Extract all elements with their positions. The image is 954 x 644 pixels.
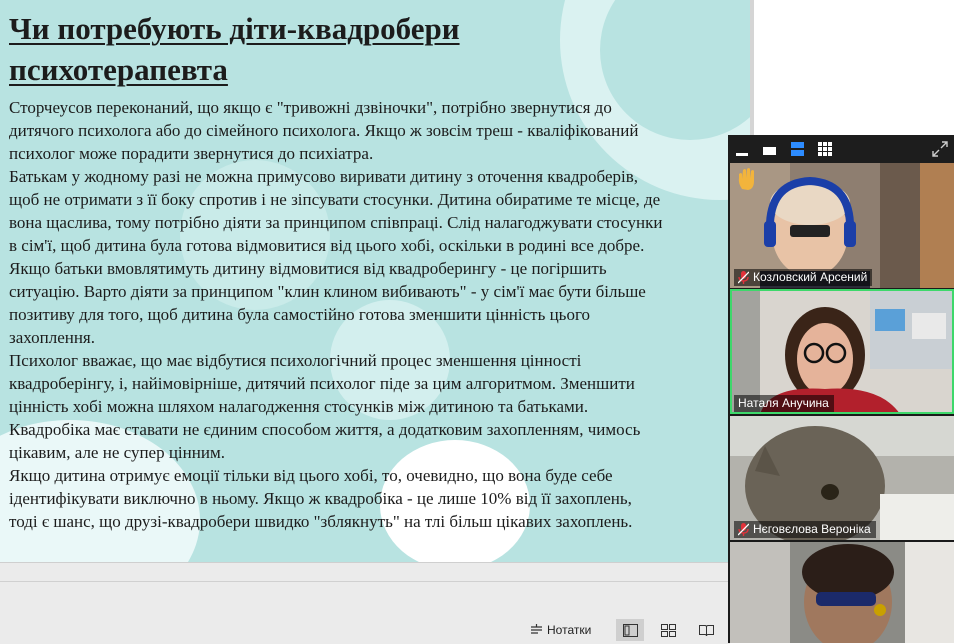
minimize-icon [736, 153, 748, 156]
participant-name: Нєговєлова Вероніка [753, 522, 871, 536]
status-bar: Нотатки [0, 562, 730, 644]
text-line: позитиву для того, щоб дитина була самос… [9, 305, 590, 324]
muted-mic-icon [738, 271, 749, 284]
participant-name-tag: Наталя Анучина [734, 395, 834, 412]
video-call-panel: Козловский Арсений Наталя Анучина Нєговє… [728, 135, 954, 643]
reading-view-icon [698, 624, 714, 636]
video-panel-toolbar [728, 135, 954, 163]
normal-view-icon [622, 623, 638, 637]
text-line: ідентифікувати виключно в ньому. Якщо ж … [9, 489, 632, 508]
text-line: Сторчеусов переконаний, що якщо є "триво… [9, 98, 612, 117]
text-line: тоді є шанс, що друзі-квадробери швидко … [9, 512, 633, 531]
text-line: ситуацію. Варто діяти за принципом "клин… [9, 282, 646, 301]
notes-icon [531, 623, 542, 634]
notes-label: Нотатки [547, 623, 592, 637]
text-line: Психолог вважає, що має відбутися психол… [9, 351, 582, 370]
notes-button[interactable]: Нотатки [530, 621, 591, 639]
participant-tile[interactable] [730, 542, 954, 643]
raised-hand-icon [738, 168, 754, 190]
participant-name-tag: Козловский Арсений [734, 269, 873, 286]
slide-text-box[interactable]: Чи потребують діти-квадробери психотерап… [9, 8, 749, 533]
participant-name-tag: Нєговєлова Вероніка [734, 521, 876, 538]
paragraph-2: Батькам у жодному разі не можна примусов… [9, 165, 749, 257]
text-line: Якщо дитина отримує емоції тільки від ць… [9, 466, 613, 485]
participant-name: Наталя Анучина [738, 396, 829, 410]
normal-view-button[interactable] [616, 619, 644, 641]
slide-title: Чи потребують діти-квадробери психотерап… [9, 11, 460, 87]
text-line: цінність хобі можна шляхом налагодження … [9, 397, 589, 416]
text-line: психолог може порадити звернутися до пси… [9, 144, 374, 163]
reading-view-button[interactable] [692, 619, 720, 641]
paragraph-4: Психолог вважає, що має відбутися психол… [9, 349, 749, 464]
text-line: захоплення. [9, 328, 96, 347]
text-line: дитячого психолога або до сімейного псих… [9, 121, 639, 140]
text-line: вона щаслива, тому потрібно діяти за при… [9, 213, 663, 232]
paragraph-3: Якщо батьки вмовлятимуть дитину відмовит… [9, 257, 749, 349]
paragraph-1: Сторчеусов переконаний, що якщо є "триво… [9, 96, 749, 165]
text-line: Батькам у жодному разі не можна примусов… [9, 167, 638, 186]
slide-sorter-button[interactable] [654, 619, 682, 641]
participant-tile[interactable]: Козловский Арсений [730, 163, 954, 288]
fullscreen-button[interactable] [932, 141, 948, 162]
muted-mic-icon [738, 523, 749, 536]
participant-name: Козловский Арсений [753, 270, 868, 284]
speaker-view-button[interactable] [791, 142, 804, 161]
fullscreen-icon [932, 141, 948, 157]
speaker-view-icon [791, 142, 804, 156]
participant-tile[interactable]: Нєговєлова Вероніка [730, 416, 954, 540]
thumbnail-view-button[interactable] [763, 144, 776, 162]
minimize-button[interactable] [736, 144, 748, 162]
text-line: цікавим, але не супер цінним. [9, 443, 225, 462]
text-line: щоб не отримати з її боку спротив і не з… [9, 190, 661, 209]
text-line: Квадробіка має ставати не єдиним способо… [9, 420, 641, 439]
text-line: квадроберінгу, і, найімовірніше, дитячий… [9, 374, 635, 393]
text-line: Якщо батьки вмовлятимуть дитину відмовит… [9, 259, 607, 278]
participant-video [730, 542, 954, 643]
slide-canvas[interactable]: Чи потребують діти-квадробери психотерап… [0, 0, 750, 562]
gallery-view-button[interactable] [818, 142, 832, 161]
gallery-view-icon [818, 142, 832, 156]
paragraph-5: Якщо дитина отримує емоції тільки від ць… [9, 464, 749, 533]
participant-tile-active-speaker[interactable]: Наталя Анучина [730, 289, 954, 414]
text-line: в сім'ї, щоб дитина була готова відмовит… [9, 236, 645, 255]
thumbnail-view-icon [763, 147, 776, 155]
divider [0, 581, 730, 582]
slide-sorter-icon [660, 623, 676, 637]
